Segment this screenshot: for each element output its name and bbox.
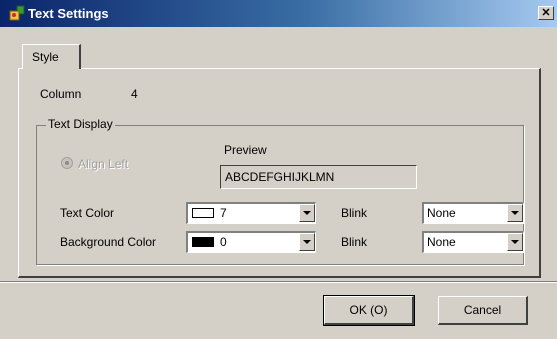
column-value: 4 (131, 87, 138, 101)
text-display-group-label: Text Display (46, 117, 115, 131)
background-blink-select[interactable]: None (422, 231, 524, 253)
chevron-down-icon[interactable] (299, 204, 315, 222)
background-color-swatch (192, 237, 214, 247)
settings-app-icon (9, 5, 25, 21)
cancel-button[interactable]: Cancel (438, 296, 528, 325)
tab-style-label: Style (32, 50, 59, 64)
tab-style[interactable]: Style (22, 44, 81, 69)
preview-label: Preview (224, 143, 267, 157)
text-blink-select[interactable]: None (422, 202, 524, 224)
ok-button-accelerator: (O) (370, 303, 388, 317)
chevron-down-icon[interactable] (507, 233, 523, 251)
title-bar: Text Settings ✕ (0, 0, 557, 27)
align-left-radio[interactable] (61, 157, 73, 169)
ok-button[interactable]: OK (O) (323, 295, 415, 326)
align-left-label: Align Left (78, 157, 129, 171)
background-color-select[interactable]: 0 (186, 231, 316, 253)
text-blink-value: None (427, 206, 456, 220)
divider (0, 281, 557, 283)
text-color-value: 7 (220, 206, 227, 220)
column-label: Column (40, 87, 82, 101)
close-button[interactable]: ✕ (538, 6, 554, 20)
preview-text: ABCDEFGHIJKLMN (225, 170, 335, 184)
text-color-label: Text Color (60, 206, 115, 220)
chevron-down-icon[interactable] (299, 233, 315, 251)
chevron-down-icon[interactable] (507, 204, 523, 222)
text-color-swatch (192, 208, 214, 218)
close-icon: ✕ (541, 7, 551, 19)
text-blink-label: Blink (341, 206, 368, 220)
background-color-value: 0 (220, 235, 227, 249)
background-color-label: Background Color (60, 235, 157, 249)
text-color-select[interactable]: 7 (186, 202, 316, 224)
preview-box: ABCDEFGHIJKLMN (220, 165, 417, 189)
cancel-button-label: Cancel (463, 303, 502, 317)
ok-button-label: OK (349, 303, 367, 317)
background-blink-value: None (427, 235, 456, 249)
background-blink-label: Blink (341, 235, 368, 249)
window-title: Text Settings (28, 6, 109, 21)
